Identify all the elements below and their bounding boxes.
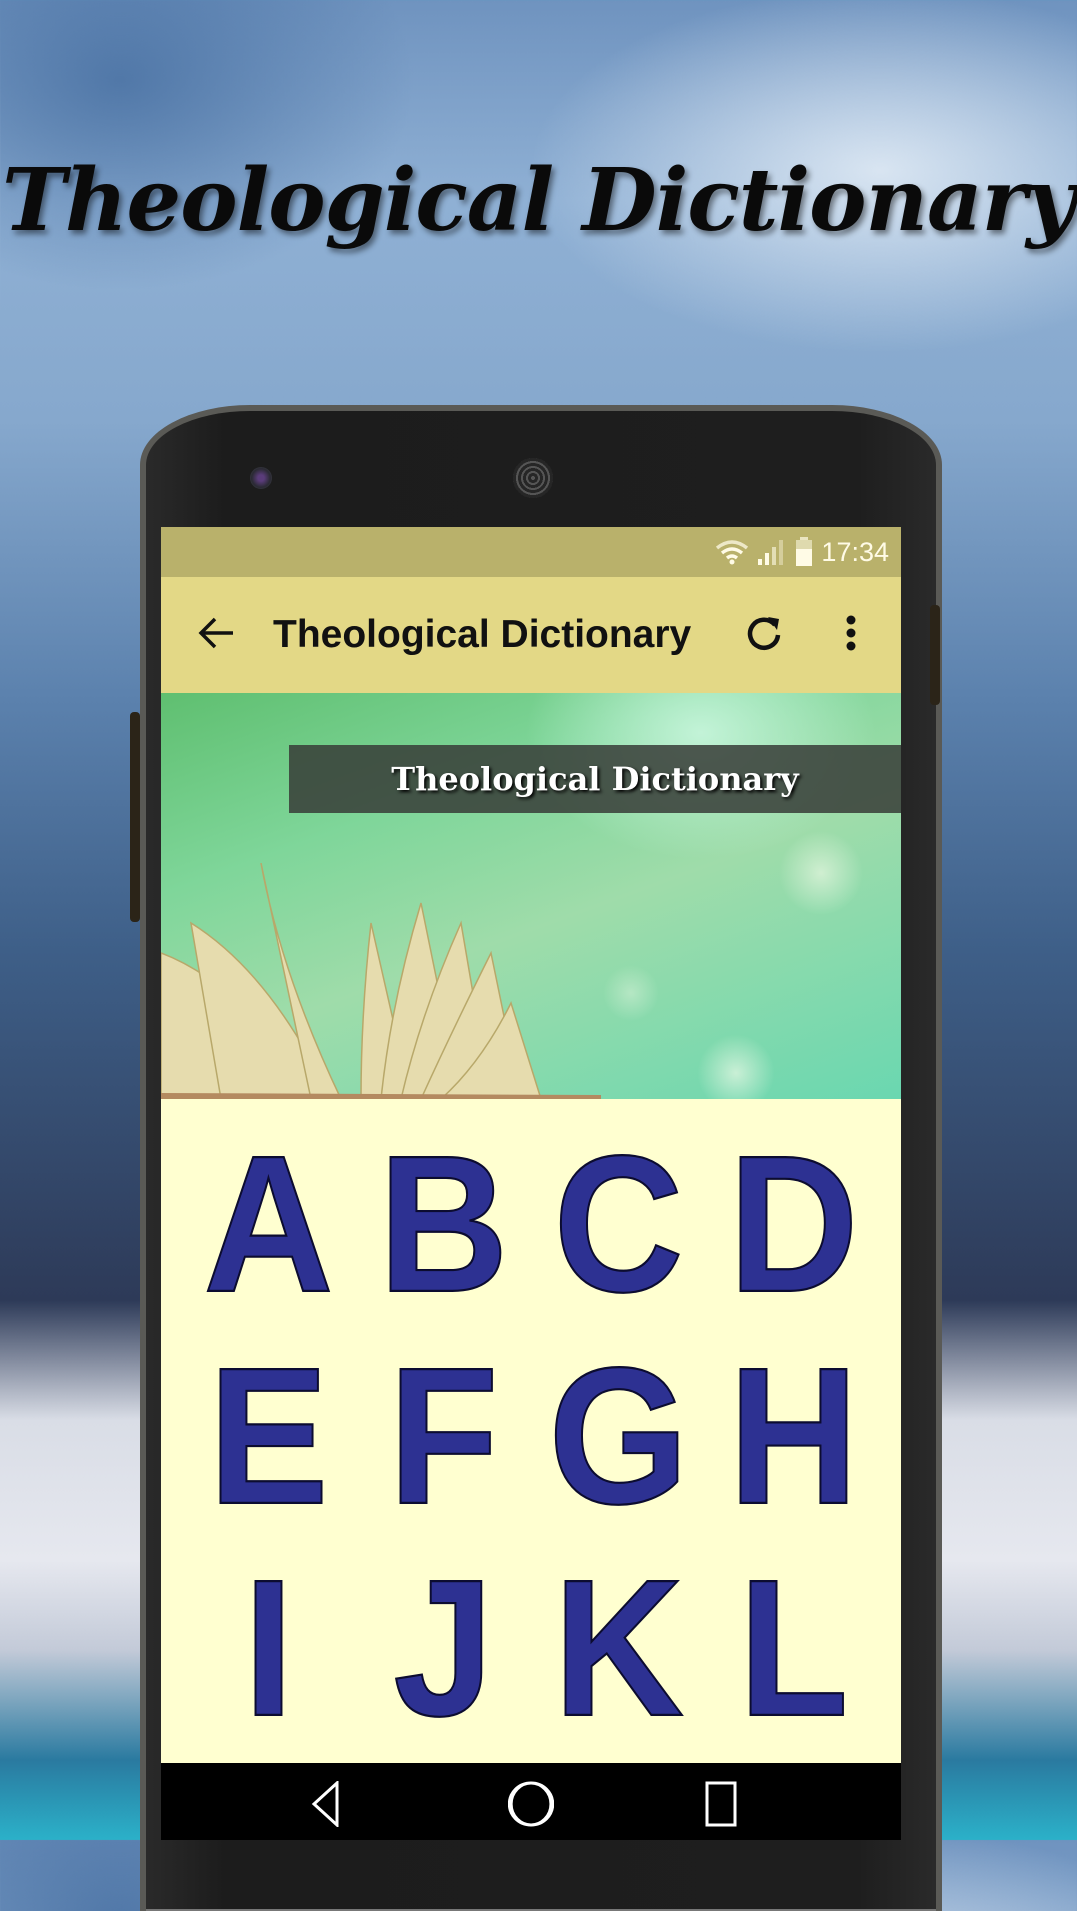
phone-side-button-right — [930, 605, 940, 705]
square-recents-icon — [701, 1781, 741, 1832]
refresh-icon — [744, 613, 784, 658]
letter-button-g[interactable]: G — [531, 1323, 706, 1552]
letter-button-e[interactable]: E — [181, 1323, 356, 1552]
more-vertical-icon — [845, 615, 857, 656]
overflow-menu-button[interactable] — [826, 607, 876, 663]
nav-recents-button[interactable] — [701, 1781, 741, 1832]
letter-button-a[interactable]: A — [181, 1111, 356, 1340]
banner-title: Theological Dictionary — [289, 745, 901, 813]
letter-button-f[interactable]: F — [356, 1323, 531, 1552]
nav-back-button[interactable] — [311, 1779, 341, 1832]
letter-button-j[interactable]: J — [356, 1535, 531, 1764]
circle-home-icon — [507, 1781, 555, 1832]
letter-button-l[interactable]: L — [706, 1535, 881, 1764]
app-bar: Theological Dictionary — [161, 577, 901, 693]
triangle-back-icon — [311, 1779, 341, 1832]
app-title: Theological Dictionary — [273, 613, 692, 656]
promo-title: Theological Dictionary — [1, 150, 1076, 251]
battery-icon — [795, 537, 813, 567]
signal-icon — [757, 538, 787, 566]
wifi-icon — [715, 539, 749, 565]
arrow-left-icon — [197, 616, 235, 655]
header-banner: Theological Dictionary — [161, 693, 901, 1099]
open-book-icon — [161, 862, 601, 1099]
letter-button-c[interactable]: C — [531, 1111, 706, 1340]
letter-grid: A B C D E F G H I J K L — [161, 1099, 901, 1789]
phone-screen: 17:34 Theological Dictionary Theological… — [161, 527, 901, 1840]
letter-button-d[interactable]: D — [706, 1111, 881, 1340]
letter-button-i[interactable]: I — [181, 1535, 356, 1764]
letter-button-h[interactable]: H — [706, 1323, 881, 1552]
letter-button-b[interactable]: B — [356, 1111, 531, 1340]
front-camera-icon — [250, 467, 272, 489]
phone-side-button-left — [130, 712, 140, 922]
status-bar: 17:34 — [161, 527, 901, 577]
refresh-button[interactable] — [736, 607, 792, 663]
letter-button-k[interactable]: K — [531, 1535, 706, 1764]
earpiece-speaker-icon — [513, 458, 553, 498]
nav-home-button[interactable] — [507, 1781, 555, 1832]
system-nav-bar — [161, 1763, 901, 1840]
status-time: 17:34 — [821, 536, 889, 567]
back-button[interactable] — [161, 577, 271, 693]
